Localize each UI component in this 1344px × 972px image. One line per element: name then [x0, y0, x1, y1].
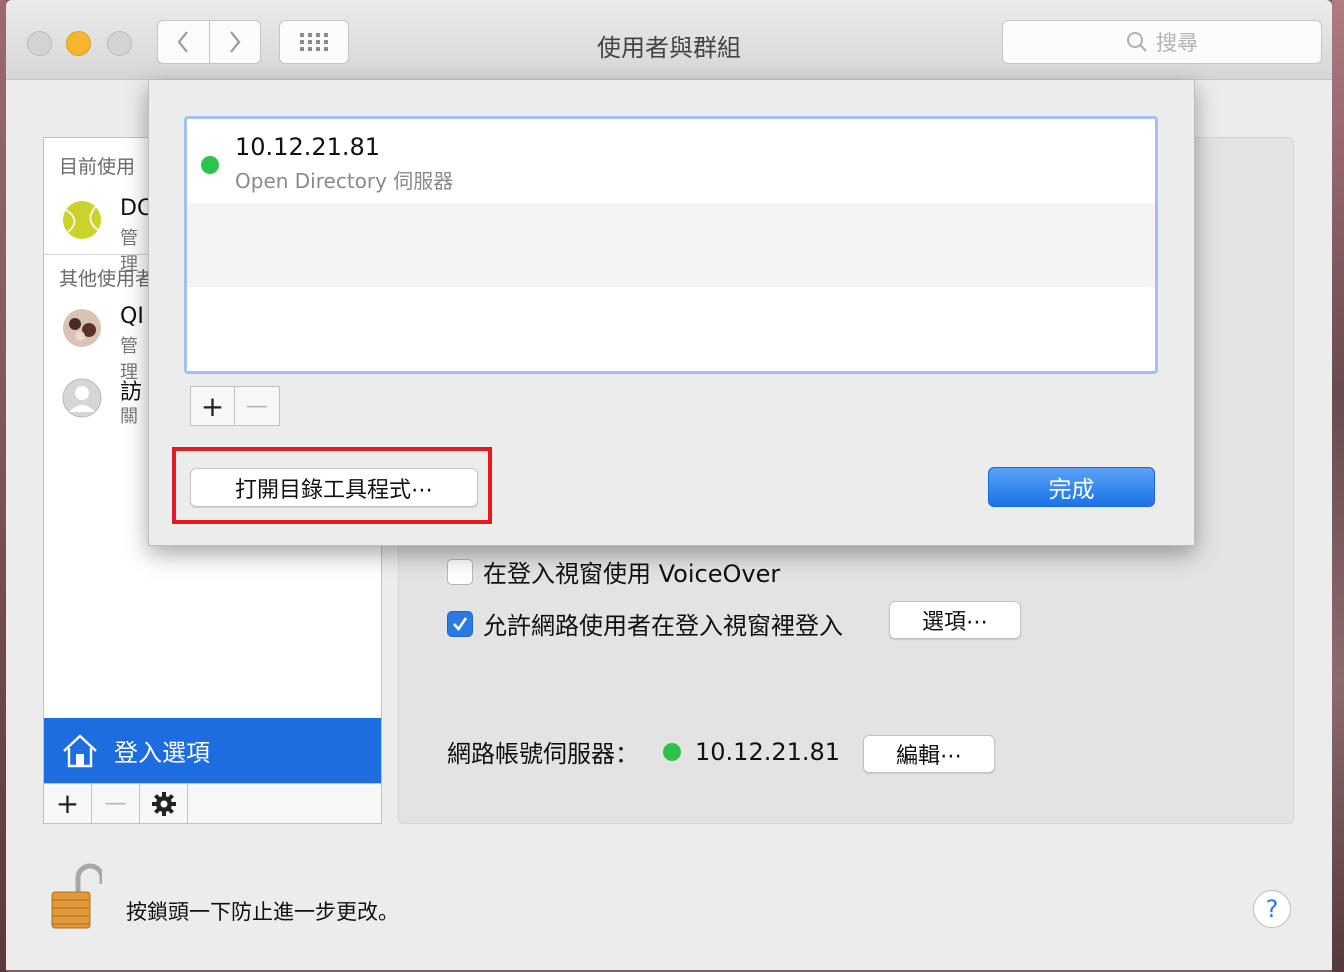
photo-avatar	[63, 309, 101, 347]
search-field[interactable]: 搜尋	[1002, 20, 1322, 64]
desktop-background-right	[1332, 0, 1344, 972]
add-server-button[interactable]: +	[191, 387, 236, 425]
network-server-label: 網路帳號伺服器：	[447, 740, 639, 768]
guest-user-role: 關	[120, 406, 138, 427]
search-icon	[1127, 32, 1147, 52]
network-server-value: 10.12.21.81	[695, 737, 841, 766]
open-directory-utility-button[interactable]: 打開目錄工具程式⋯	[190, 468, 478, 507]
sidebar-toolbar: + —	[44, 783, 381, 823]
network-account-server-row: 網路帳號伺服器： 10.12.21.81	[447, 734, 840, 769]
server-status-indicator	[663, 742, 681, 761]
network-login-option: 允許網路使用者在登入視窗裡登入	[447, 606, 843, 641]
checkmark-icon	[453, 616, 468, 631]
server-row[interactable]: 10.12.21.81 Open Directory 伺服器	[187, 119, 1155, 203]
remove-server-button[interactable]: —	[235, 387, 279, 425]
server-list: 10.12.21.81 Open Directory 伺服器	[184, 116, 1158, 374]
unlocked-padlock-icon[interactable]	[50, 862, 102, 930]
other-users-header: 其他使用者	[59, 268, 155, 290]
tennis-ball-avatar	[63, 201, 101, 239]
voiceover-checkbox[interactable]	[447, 558, 473, 585]
generic-user-avatar	[62, 378, 102, 418]
voiceover-option: 在登入視窗使用 VoiceOver	[447, 554, 780, 589]
sidebar-item-label: 登入選項	[114, 739, 210, 767]
add-user-button[interactable]: +	[44, 784, 92, 823]
help-button[interactable]: ?	[1253, 890, 1291, 928]
done-button[interactable]: 完成	[988, 467, 1155, 507]
search-placeholder: 搜尋	[1156, 31, 1198, 55]
voiceover-label: 在登入視窗使用 VoiceOver	[483, 560, 781, 588]
empty-list-row	[187, 287, 1155, 371]
current-users-header: 目前使用	[59, 156, 136, 178]
edit-server-button[interactable]: 編輯⋯	[863, 735, 995, 773]
gear-icon	[151, 791, 176, 816]
server-address: 10.12.21.81	[235, 133, 381, 161]
preferences-window: 使用者與群組 搜尋 目前使用 DC 管理 其他使用者 QI 管理 訪 關 登入選…	[6, 0, 1332, 970]
server-type: Open Directory 伺服器	[235, 169, 454, 193]
network-login-checkbox[interactable]	[447, 610, 473, 637]
house-icon	[63, 733, 97, 767]
empty-list-row	[187, 203, 1155, 287]
network-servers-sheet: 10.12.21.81 Open Directory 伺服器 + — 打開目錄工…	[148, 80, 1195, 546]
other-user-name: QI	[120, 304, 144, 329]
remove-user-button[interactable]: —	[92, 784, 140, 823]
network-login-label: 允許網路使用者在登入視窗裡登入	[483, 612, 843, 640]
sidebar-item-login-options[interactable]: 登入選項	[44, 718, 381, 783]
lock-instruction-text: 按鎖頭一下防止進一步更改。	[126, 900, 399, 924]
options-button[interactable]: 選項⋯	[889, 601, 1021, 639]
server-status-indicator	[201, 156, 219, 174]
server-list-toolbar: + —	[190, 386, 280, 426]
title-bar: 使用者與群組 搜尋	[6, 0, 1332, 80]
action-menu-button[interactable]	[140, 784, 188, 823]
